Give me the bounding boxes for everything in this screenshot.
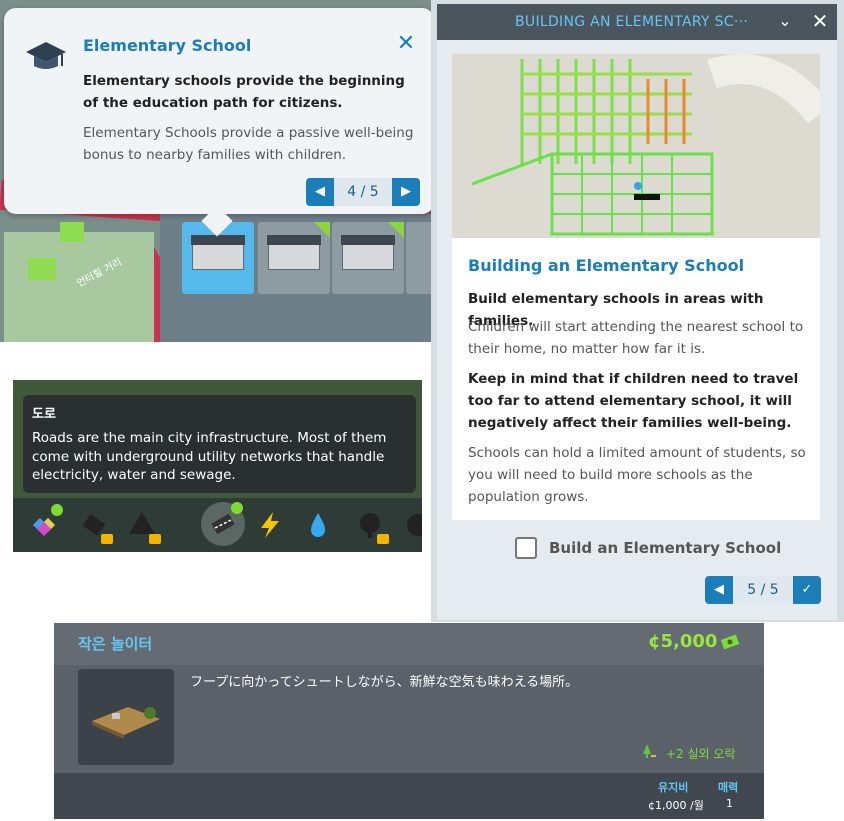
building-card[interactable] [258, 222, 330, 294]
tooltip: Elementary School ✕ Elementary schools p… [4, 8, 434, 237]
objective-label: Build an Elementary School [549, 539, 782, 557]
page-indicator: 5 / 5 [747, 582, 779, 598]
building-selection-strip [160, 214, 434, 342]
tutorial-card: Building an Elementary School Build elem… [452, 54, 820, 520]
tutorial-paragraph: Schools can hold a limited amount of stu… [468, 445, 806, 505]
tree-icon [643, 744, 656, 758]
checkmark-icon[interactable]: ✓ [793, 576, 821, 604]
zoning-icon[interactable] [29, 504, 63, 542]
upkeep-value: ¢1,000 /월 [648, 799, 704, 812]
school-building-thumbnail [191, 235, 245, 270]
asset-details: フープに向かってシュートしながら、新鮮な空気も味わえる場所。 +2 실외 오락 [54, 665, 764, 773]
asset-thumbnail [78, 669, 174, 765]
attractiveness-label: 매력 [718, 781, 739, 794]
area-icon[interactable] [77, 508, 113, 544]
asset-description: フープに向かってシュートしながら、新鮮な空気も味わえる場所。 [190, 675, 579, 690]
map-zone [60, 222, 84, 242]
more-tools-icon[interactable] [401, 508, 422, 542]
objective-checkbox[interactable] [515, 537, 537, 559]
tooltip-title: Elementary School [83, 36, 252, 55]
tutorial-header: BUILDING AN ELEMENTARY SC··· ⌄ ✕ [437, 4, 837, 40]
school-building-thumbnail [267, 235, 321, 270]
asset-stats: 유지비 ¢1,000 /월 매력 1 [54, 773, 764, 819]
road-icon[interactable] [201, 502, 245, 546]
building-card[interactable] [406, 222, 434, 294]
tooltip-lead: Elementary schools provide the beginning… [83, 73, 405, 111]
previous-page-button[interactable]: ◀ [705, 576, 733, 604]
tutorial-title: BUILDING AN ELEMENTARY SC··· [515, 14, 749, 30]
asset-price: ¢5,000 [648, 631, 718, 652]
previous-page-button[interactable]: ◀ [306, 178, 334, 206]
close-icon[interactable]: ✕ [394, 32, 418, 56]
next-page-button[interactable]: ▶ [392, 178, 420, 206]
tutorial-pager: ◀ 5 / 5 ✓ [705, 576, 821, 604]
asset-effect: +2 실외 오락 [666, 747, 736, 761]
money-icon [720, 634, 740, 650]
tooltip-title: 도로 [32, 407, 56, 422]
map-zone [28, 258, 56, 280]
elementary-school-tooltip-panel: 언터힐 거리 Elementary School ✕ Elementary sc… [0, 0, 434, 342]
tutorial-paragraph: Keep in mind that if children need to tr… [468, 371, 799, 431]
asset-title: 작은 놀이터 [78, 635, 153, 653]
tutorial-paragraph: Children will start attending the neares… [468, 319, 804, 357]
tooltip-pager: ◀ 4 / 5 ▶ [306, 178, 420, 206]
tooltip-body: Roads are the main city infrastructure. … [32, 430, 387, 483]
tutorial-heading: Building an Elementary School [468, 256, 745, 275]
page-indicator: 4 / 5 [347, 184, 379, 200]
asset-header: 작은 놀이터 ¢5,000 [54, 623, 764, 665]
building-card[interactable] [332, 222, 404, 294]
water-icon[interactable] [301, 508, 335, 542]
upkeep-label: 유지비 [658, 781, 689, 794]
tool-bar [13, 498, 422, 552]
city-map-screenshot [452, 54, 820, 238]
tooltip: 도로 Roads are the main city infrastructur… [23, 395, 416, 493]
close-icon[interactable]: ✕ [809, 9, 831, 33]
road-tooltip-panel: 도로 Roads are the main city infrastructur… [13, 380, 422, 552]
tooltip-body: Elementary Schools provide a passive wel… [83, 125, 414, 163]
tree-icon[interactable] [353, 508, 389, 544]
tutorial-panel: BUILDING AN ELEMENTARY SC··· ⌄ ✕ Buildin… [431, 0, 844, 622]
attractiveness-value: 1 [726, 797, 733, 810]
objective-checkbox-row[interactable]: Build an Elementary School [515, 536, 781, 560]
asset-info-card: 작은 놀이터 ¢5,000 フープに向かってシュートしながら、新鮮な空気も味わえ… [54, 623, 764, 819]
landscaping-icon[interactable] [125, 508, 161, 544]
graduation-cap-icon [26, 42, 66, 69]
collapse-chevron-icon[interactable]: ⌄ [775, 11, 795, 30]
electricity-icon[interactable] [253, 508, 287, 542]
school-building-thumbnail [341, 235, 395, 270]
tutorial-body: Building an Elementary School Build elem… [437, 40, 837, 620]
